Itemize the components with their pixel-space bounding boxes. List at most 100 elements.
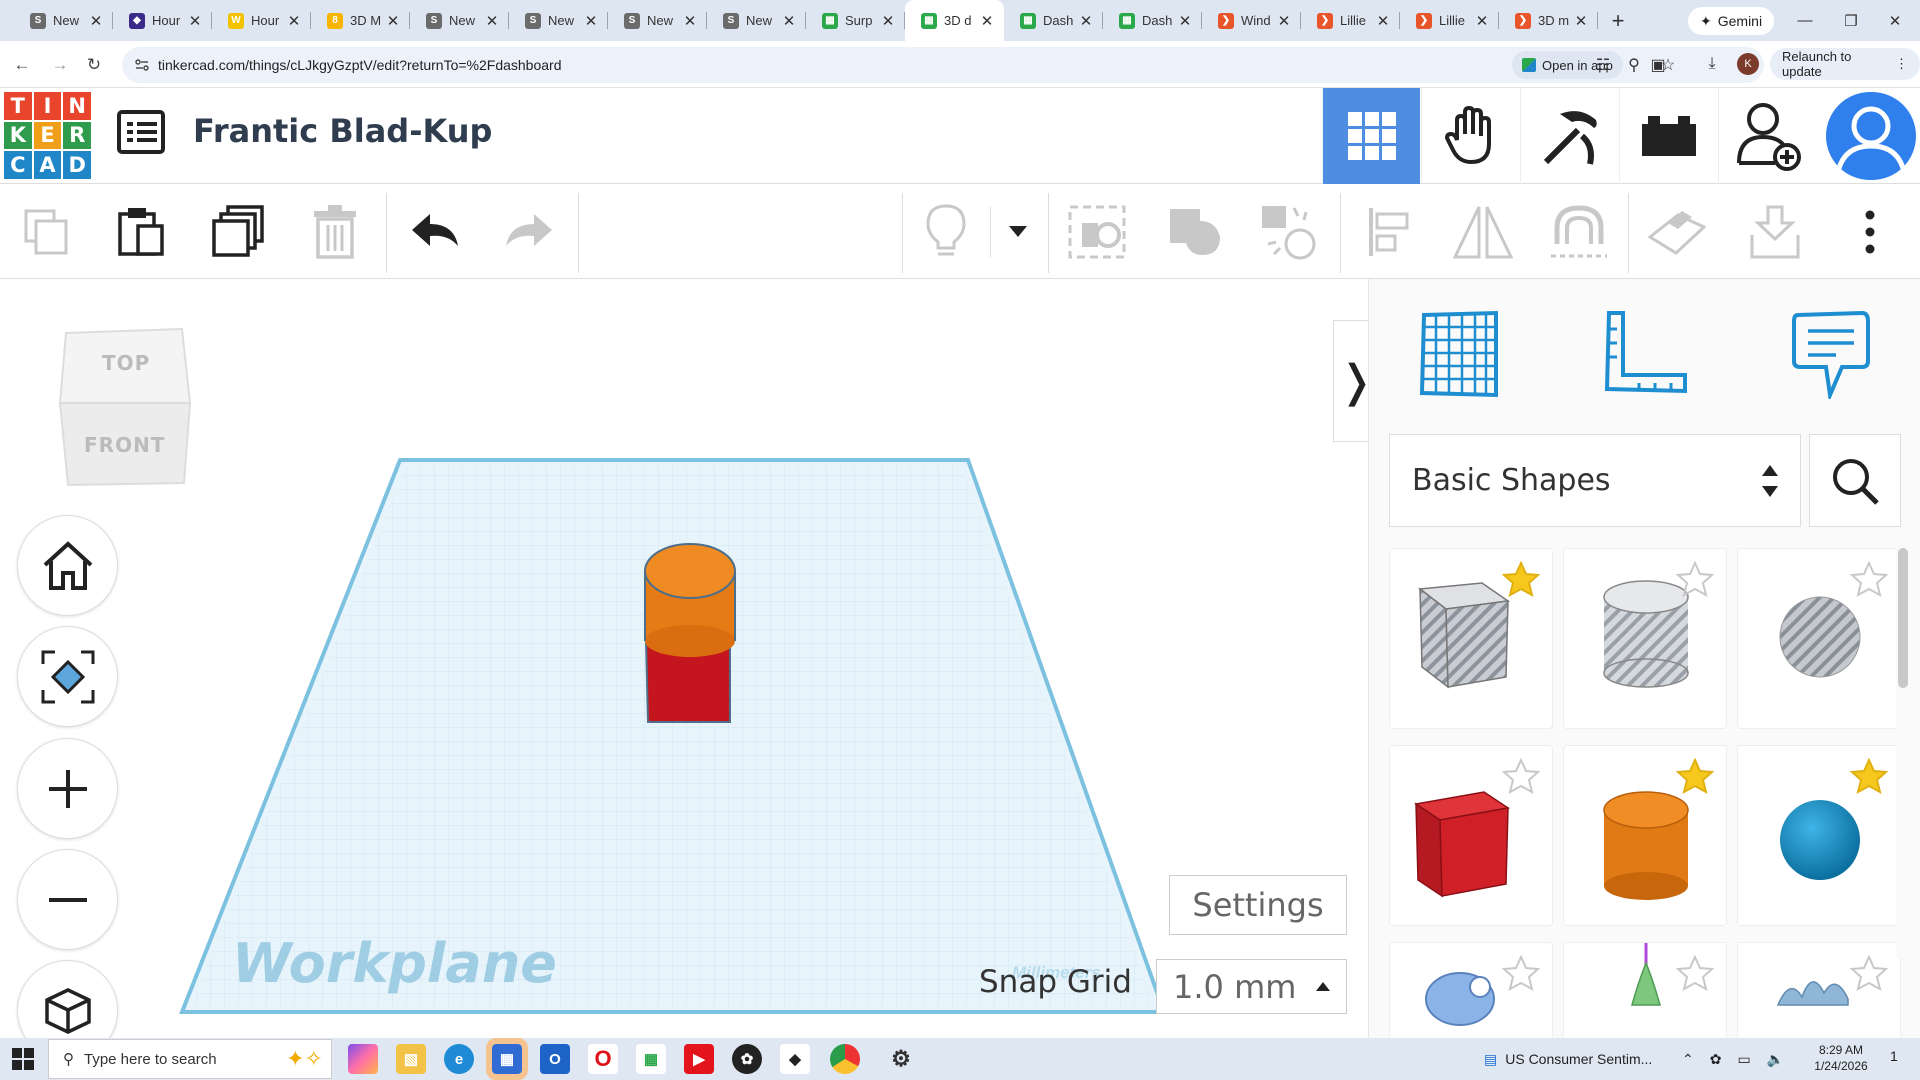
notes-speech-icon[interactable] [1786,309,1876,399]
tinkercad-taskbar-icon[interactable]: ▦ [636,1044,666,1074]
tab-close-icon[interactable]: ✕ [1077,12,1095,30]
group-button[interactable] [1164,201,1226,263]
back-arrow-icon[interactable]: ← [10,53,34,77]
store-app-icon[interactable]: ▦ [486,1038,528,1080]
browser-tab[interactable]: 8 3D M ✕ [311,0,410,41]
mirror-button[interactable] [1452,201,1514,263]
tab-close-icon[interactable]: ✕ [1176,12,1194,30]
tab-close-icon[interactable]: ✕ [384,12,402,30]
tab-close-icon[interactable]: ✕ [978,12,996,30]
browser-tab[interactable]: S New ✕ [608,0,707,41]
clock[interactable]: 8:29 AM 1/24/2026 [1796,1042,1886,1074]
align-button[interactable] [1358,201,1420,263]
group-view-button[interactable] [1066,201,1128,263]
outlook-app-icon[interactable]: O [540,1044,570,1074]
sim-lab-button[interactable] [1421,88,1519,184]
ungroup-button[interactable] [1258,201,1320,263]
tray-expand-icon[interactable]: ⌃ [1682,1051,1694,1068]
browser-tab[interactable]: ▦ Dash ✕ [1103,0,1202,41]
undo-button[interactable] [404,201,466,263]
chrome-icon[interactable] [830,1044,860,1074]
news-widget[interactable]: ▤ US Consumer Sentim... [1484,1038,1652,1080]
scrollbar-thumb[interactable] [1898,548,1908,688]
tab-close-icon[interactable]: ✕ [1572,12,1590,30]
shape-tile-sphere[interactable] [1737,745,1901,926]
youtube-icon[interactable]: ▶ [684,1044,714,1074]
duplicate-button[interactable] [208,201,270,263]
workplane-grid-icon[interactable] [1416,309,1506,399]
tinkercad-logo[interactable]: TIN KER CAD [4,92,91,179]
tab-close-icon[interactable]: ✕ [582,12,600,30]
copy-button[interactable] [16,201,78,263]
browser-tab[interactable]: ▦ Surp ✕ [806,0,905,41]
battery-icon[interactable]: ▭ [1737,1051,1750,1068]
3d-design-view-button[interactable] [1322,88,1420,184]
snap-grid-select[interactable]: 1.0 mm [1156,959,1347,1014]
browser-tab[interactable]: W Hour ✕ [212,0,311,41]
shape-tile-cylinder-hole[interactable] [1563,548,1727,729]
profile-avatar[interactable]: K [1737,53,1759,75]
settings-button[interactable]: Settings [1169,875,1347,935]
browser-tab[interactable]: ❯ Wind ✕ [1202,0,1301,41]
blocks-button[interactable] [1520,88,1618,184]
home-view-button[interactable] [17,515,118,616]
notification-center-icon[interactable]: 1 [1890,1048,1898,1064]
tab-close-icon[interactable]: ✕ [87,12,105,30]
gemini-button[interactable]: ✦ Gemini [1688,7,1775,35]
user-avatar[interactable] [1826,92,1916,180]
star-filled-icon[interactable] [1850,758,1888,794]
browser-tab[interactable]: ▦ 3D d ✕ [905,0,1004,41]
more-options-button[interactable] [1840,201,1900,263]
star-outline-icon[interactable] [1676,561,1714,597]
tab-close-icon[interactable]: ✕ [1374,12,1392,30]
browser-tab[interactable]: S New ✕ [410,0,509,41]
cruise-button[interactable] [1548,201,1610,263]
copilot-app-icon[interactable] [348,1044,378,1074]
browser-tab[interactable]: ❯ Lillie ✕ [1301,0,1400,41]
shape-search-button[interactable] [1809,434,1901,527]
view-cube-top-label[interactable]: TOP [102,351,150,375]
tab-close-icon[interactable]: ✕ [1473,12,1491,30]
bricks-button[interactable] [1619,88,1717,184]
invite-user-button[interactable] [1718,88,1816,184]
shape-tile-cone[interactable] [1563,942,1727,1038]
orange-cylinder-shape[interactable] [644,543,736,657]
new-tab-button[interactable]: + [1598,0,1638,41]
star-outline-icon[interactable] [1850,561,1888,597]
code-app-icon[interactable]: ◆ [780,1044,810,1074]
star-outline-icon[interactable] [1502,955,1540,991]
browser-tab[interactable]: ◆ Hour ✕ [113,0,212,41]
tab-close-icon[interactable]: ✕ [879,12,897,30]
view-cube-front-label[interactable]: FRONT [84,433,165,457]
side-panel-icon[interactable]: ▣ [1648,55,1668,75]
volume-icon[interactable]: 🔈 [1767,1051,1784,1068]
star-outline-icon[interactable] [1850,955,1888,991]
workplane-grid[interactable] [0,279,1368,1038]
shape-tile-box-hole[interactable] [1389,548,1553,729]
close-window-button[interactable]: ✕ [1866,0,1920,41]
browser-tab[interactable]: S New ✕ [14,0,113,41]
zoom-in-button[interactable] [17,738,118,839]
star-filled-icon[interactable] [1502,561,1540,597]
file-explorer-icon[interactable]: ▧ [396,1044,426,1074]
reload-icon[interactable]: ↻ [82,53,106,77]
downloads-icon[interactable]: ⤓ [1702,55,1722,75]
redo-button[interactable] [498,201,560,263]
panel-scrollbar[interactable] [1896,548,1910,958]
chatgpt-icon[interactable]: ✿ [732,1044,762,1074]
import-button[interactable] [1744,201,1806,263]
star-outline-icon[interactable] [1502,758,1540,794]
view-cube[interactable]: TOP FRONT [58,327,192,487]
browser-tab[interactable]: S New ✕ [707,0,806,41]
zoom-out-button[interactable] [17,849,118,950]
notes-dropdown-button[interactable] [1000,201,1036,263]
3d-workspace[interactable]: TOP FRONT Workplane Millimeters Settings… [0,279,1368,1038]
relaunch-button[interactable]: Relaunch to update ⋮ [1770,48,1920,80]
windows-start-icon[interactable] [12,1048,34,1070]
wifi-icon[interactable]: ✿ [1710,1051,1722,1068]
workplane-tool-button[interactable] [1646,201,1708,263]
omnibox[interactable]: tinkercad.com/things/cLJkgyGzptV/edit?re… [122,47,1764,83]
fit-view-button[interactable] [17,626,118,727]
tab-close-icon[interactable]: ✕ [285,12,303,30]
tab-close-icon[interactable]: ✕ [1275,12,1293,30]
